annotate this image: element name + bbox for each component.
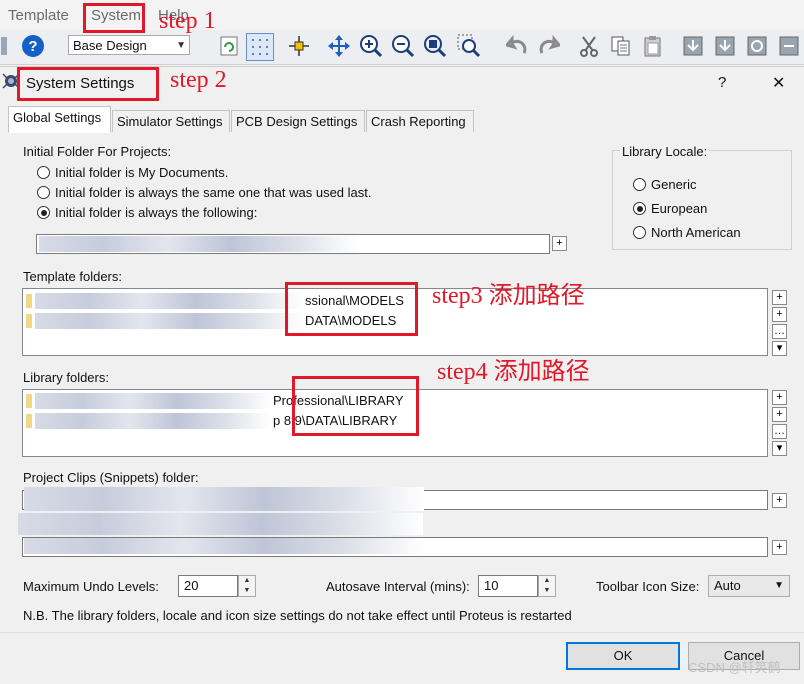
zoom-in-icon[interactable] <box>358 33 384 59</box>
restart-note: N.B. The library folders, locale and ico… <box>23 608 572 623</box>
pan-icon[interactable] <box>326 33 352 59</box>
spin-up-icon[interactable]: ▲ <box>539 576 555 586</box>
clips-folder-field[interactable] <box>22 487 768 511</box>
block-delete-icon[interactable] <box>776 33 802 59</box>
spin-up-icon[interactable]: ▲ <box>239 576 255 586</box>
radio-locale-north-american-label: North American <box>651 225 741 240</box>
autosave-label: Autosave Interval (mins): <box>326 579 470 594</box>
tab-crash-reporting[interactable]: Crash Reporting <box>366 110 474 132</box>
undo-levels-spinner[interactable]: ▲ ▼ <box>238 575 256 597</box>
radio-following[interactable] <box>37 206 50 219</box>
library-add-button[interactable]: + <box>772 390 787 405</box>
radio-my-documents[interactable] <box>37 166 50 179</box>
zoom-all-icon[interactable] <box>422 33 448 59</box>
folder-icon <box>26 394 32 408</box>
cut-icon[interactable] <box>576 33 602 59</box>
redacted-path <box>35 293 303 309</box>
tab-global-settings[interactable]: Global Settings <box>8 106 111 133</box>
chevron-down-icon: ▼ <box>774 580 784 591</box>
close-icon[interactable]: ✕ <box>772 73 785 93</box>
dialog-button-bar <box>0 632 804 684</box>
clips-folder-browse-button[interactable]: + <box>772 493 787 508</box>
annotation-step1: step 1 <box>159 8 216 34</box>
annotation-box-dialog-title <box>17 67 159 101</box>
block-move-icon[interactable] <box>712 33 738 59</box>
folder-icon <box>26 294 32 308</box>
origin-icon[interactable] <box>286 33 312 59</box>
template-add-button[interactable]: + <box>772 290 787 305</box>
refresh-icon[interactable] <box>216 33 242 59</box>
autosave-spinner[interactable]: ▲ ▼ <box>538 575 556 597</box>
radio-last-used-label: Initial folder is always the same one th… <box>55 185 372 200</box>
ok-button[interactable]: OK <box>566 642 680 670</box>
annotation-step3: step3 添加路径 <box>432 283 585 309</box>
library-browse-button[interactable]: … <box>772 424 787 439</box>
initial-folder-path-field[interactable] <box>36 234 550 254</box>
radio-locale-north-american[interactable] <box>633 226 646 239</box>
icon-size-value: Auto <box>714 578 741 593</box>
spin-down-icon[interactable]: ▼ <box>539 586 555 596</box>
folder-icon <box>26 314 32 328</box>
folder-icon <box>26 414 32 428</box>
paste-icon[interactable] <box>640 33 666 59</box>
zoom-out-icon[interactable] <box>390 33 416 59</box>
template-folders-label: Template folders: <box>23 269 122 284</box>
redacted-path <box>18 513 423 535</box>
autosave-input[interactable]: 10 <box>478 575 538 597</box>
radio-locale-european[interactable] <box>633 202 646 215</box>
undo-levels-input[interactable]: 20 <box>178 575 238 597</box>
block-rotate-icon[interactable] <box>744 33 770 59</box>
watermark: CSDN @轩笑鹤 <box>688 660 781 675</box>
help-icon[interactable]: ? <box>20 33 46 59</box>
redacted-path <box>35 413 271 429</box>
redacted-path <box>35 313 303 329</box>
radio-locale-generic-label: Generic <box>651 177 697 192</box>
annotation-box-template-folders <box>285 282 418 336</box>
library-down-button[interactable]: ▾ <box>772 441 787 456</box>
library-locale-label: Library Locale: <box>620 144 710 159</box>
annotation-box-library-folders <box>292 376 419 436</box>
zoom-area-icon[interactable] <box>456 33 482 59</box>
radio-last-used[interactable] <box>37 186 50 199</box>
clips-folder-browse-button-2[interactable]: + <box>772 540 787 555</box>
radio-locale-generic[interactable] <box>633 178 646 191</box>
annotation-step2: step 2 <box>170 67 227 93</box>
design-combo-value: Base Design <box>73 38 147 53</box>
spin-down-icon[interactable]: ▼ <box>239 586 255 596</box>
block-copy-icon[interactable] <box>680 33 706 59</box>
undo-icon[interactable] <box>504 33 530 59</box>
clips-folder-field-2[interactable] <box>22 537 768 557</box>
redacted-path <box>24 487 424 511</box>
redo-icon[interactable] <box>536 33 562 59</box>
radio-locale-european-label: European <box>651 201 708 216</box>
design-combo[interactable]: Base Design ▼ <box>68 35 190 55</box>
template-down-button[interactable]: ▾ <box>772 341 787 356</box>
annotation-box-system-menu <box>83 3 145 33</box>
annotation-step4: step4 添加路径 <box>437 359 590 385</box>
redacted-path <box>24 538 424 554</box>
clips-folder-label: Project Clips (Snippets) folder: <box>23 470 199 485</box>
svg-text:?: ? <box>28 38 37 55</box>
library-up-button[interactable]: + <box>772 407 787 422</box>
initial-folder-browse-button[interactable]: + <box>552 236 567 251</box>
undo-levels-label: Maximum Undo Levels: <box>23 579 159 594</box>
radio-following-label: Initial folder is always the following: <box>55 205 258 220</box>
chevron-down-icon: ▼ <box>176 40 186 51</box>
initial-folder-label: Initial Folder For Projects: <box>23 144 172 159</box>
library-folders-label: Library folders: <box>23 370 109 385</box>
menu-template[interactable]: Template <box>8 7 69 24</box>
icon-size-select[interactable]: Auto ▼ <box>708 575 790 597</box>
redacted-path <box>35 393 271 409</box>
copy-icon[interactable] <box>608 33 634 59</box>
toolbar-edge-icon <box>0 33 10 59</box>
tab-simulator-settings[interactable]: Simulator Settings <box>112 110 230 132</box>
radio-my-documents-label: Initial folder is My Documents. <box>55 165 229 180</box>
redacted-path <box>39 236 357 252</box>
help-button[interactable]: ? <box>718 74 726 91</box>
tab-pcb-design-settings[interactable]: PCB Design Settings <box>231 110 365 132</box>
template-up-button[interactable]: + <box>772 307 787 322</box>
grid-icon[interactable] <box>246 33 274 61</box>
template-browse-button[interactable]: … <box>772 324 787 339</box>
icon-size-label: Toolbar Icon Size: <box>596 579 700 594</box>
